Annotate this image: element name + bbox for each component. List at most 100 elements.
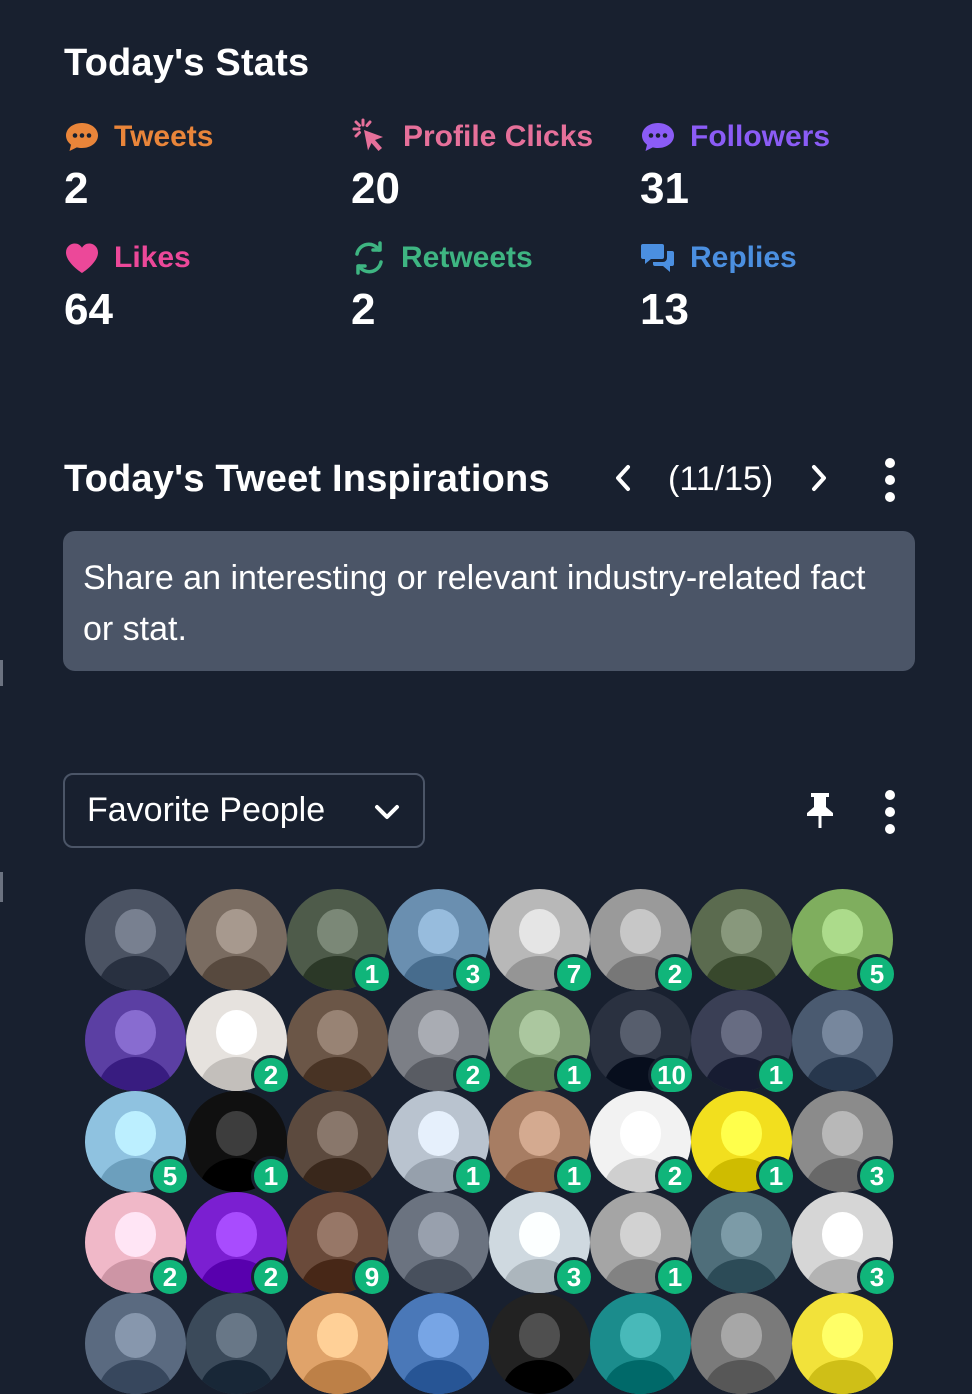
stats-title: Today's Stats	[64, 42, 310, 84]
avatar[interactable]	[287, 1091, 388, 1192]
cursor-click-icon	[351, 118, 389, 156]
chat-bubble-icon	[64, 120, 100, 154]
avatar[interactable]	[287, 1293, 388, 1394]
avatar[interactable]: 3	[792, 1192, 897, 1297]
avatar[interactable]	[590, 1293, 691, 1394]
avatar[interactable]: 1	[691, 990, 796, 1095]
avatar-photo	[287, 1091, 388, 1192]
avatar[interactable]: 5	[85, 1091, 190, 1196]
avatar-badge: 1	[756, 1055, 796, 1095]
avatar-badge: 3	[453, 954, 493, 994]
stat-value: 20	[351, 164, 400, 213]
avatar[interactable]: 2	[590, 889, 695, 994]
avatar-photo	[388, 1192, 489, 1293]
stat-label: Replies	[690, 241, 797, 274]
stat-label: Followers	[690, 120, 831, 153]
avatar[interactable]: 2	[186, 1192, 291, 1297]
avatar[interactable]	[85, 1293, 186, 1394]
avatar-badge: 2	[150, 1257, 190, 1297]
avatar-badge: 10	[648, 1055, 695, 1095]
pin-icon[interactable]	[804, 790, 836, 835]
inspiration-counter: (11/15)	[668, 460, 774, 498]
stat-label: Likes	[114, 241, 191, 274]
avatar-photo	[287, 1293, 388, 1394]
chevron-down-icon	[373, 791, 401, 830]
avatar-badge: 1	[655, 1257, 695, 1297]
avatar-badge: 2	[251, 1055, 291, 1095]
avatar-photo	[85, 1293, 186, 1394]
avatar[interactable]	[792, 1293, 893, 1394]
chevron-right-icon	[810, 463, 828, 498]
heart-icon	[64, 241, 100, 275]
stat-likes: Likes 64	[64, 238, 344, 332]
stat-label: Tweets	[114, 120, 214, 153]
avatar[interactable]: 1	[388, 1091, 493, 1196]
favorites-dropdown[interactable]: Favorite People	[63, 773, 425, 848]
avatar-badge: 3	[857, 1156, 897, 1196]
avatar-badge: 1	[352, 954, 392, 994]
inspirations-more-button[interactable]	[880, 458, 900, 502]
previous-inspiration-button[interactable]	[608, 458, 638, 502]
avatar[interactable]	[85, 889, 186, 990]
avatar[interactable]: 5	[792, 889, 897, 994]
avatar[interactable]: 7	[489, 889, 594, 994]
stat-followers: Followers 31	[640, 117, 920, 211]
avatar-photo	[792, 990, 893, 1091]
avatar-photo	[691, 889, 792, 990]
avatar-photo	[85, 990, 186, 1091]
avatar[interactable]: 2	[590, 1091, 695, 1196]
avatar[interactable]: 1	[691, 1091, 796, 1196]
stat-value: 64	[64, 285, 113, 334]
avatar-badge: 9	[352, 1257, 392, 1297]
avatar[interactable]	[186, 1293, 287, 1394]
avatar[interactable]: 2	[85, 1192, 190, 1297]
avatar-photo	[186, 889, 287, 990]
stat-retweets: Retweets 2	[351, 238, 631, 332]
avatar[interactable]: 3	[388, 889, 493, 994]
stat-value: 31	[640, 164, 689, 213]
inspiration-text: Share an interesting or relevant industr…	[63, 531, 915, 671]
avatar-photo	[691, 1192, 792, 1293]
avatar[interactable]: 1	[590, 1192, 695, 1297]
avatar-photo	[792, 1293, 893, 1394]
avatar-badge: 1	[251, 1156, 291, 1196]
avatar-photo	[691, 1293, 792, 1394]
avatar[interactable]: 1	[186, 1091, 291, 1196]
avatar[interactable]: 1	[489, 1091, 594, 1196]
avatar[interactable]: 9	[287, 1192, 392, 1297]
avatar[interactable]	[186, 889, 287, 990]
avatar[interactable]: 1	[489, 990, 594, 1095]
avatar[interactable]	[489, 1293, 590, 1394]
avatar-badge: 2	[655, 1156, 695, 1196]
avatar-photo	[590, 1293, 691, 1394]
avatar[interactable]: 3	[489, 1192, 594, 1297]
avatar[interactable]	[388, 1293, 489, 1394]
avatar[interactable]	[691, 1293, 792, 1394]
dropdown-selected-label: Favorite People	[87, 791, 326, 829]
avatar[interactable]: 2	[186, 990, 291, 1095]
avatar[interactable]	[792, 990, 893, 1091]
avatar-badge: 5	[150, 1156, 190, 1196]
chevron-left-icon	[614, 463, 632, 498]
avatar[interactable]: 1	[287, 889, 392, 994]
avatar[interactable]: 3	[792, 1091, 897, 1196]
stat-replies: Replies 13	[640, 238, 920, 332]
next-inspiration-button[interactable]	[804, 458, 834, 502]
avatar[interactable]	[388, 1192, 489, 1293]
chat-bubbles-icon	[640, 241, 676, 275]
stat-profile-clicks: Profile Clicks 20	[351, 117, 631, 211]
window-edge-mark	[0, 872, 3, 902]
stat-value: 2	[351, 285, 376, 334]
avatar[interactable]	[691, 889, 792, 990]
stat-value: 2	[64, 164, 89, 213]
avatar[interactable]: 2	[388, 990, 493, 1095]
favorites-more-button[interactable]	[880, 790, 900, 834]
avatar[interactable]: 10	[590, 990, 695, 1095]
avatar[interactable]	[691, 1192, 792, 1293]
window-edge-mark	[0, 660, 3, 686]
avatar[interactable]	[287, 990, 388, 1091]
avatar[interactable]	[85, 990, 186, 1091]
chat-bubble-icon	[640, 120, 676, 154]
avatar-badge: 3	[554, 1257, 594, 1297]
avatar-badge: 1	[453, 1156, 493, 1196]
